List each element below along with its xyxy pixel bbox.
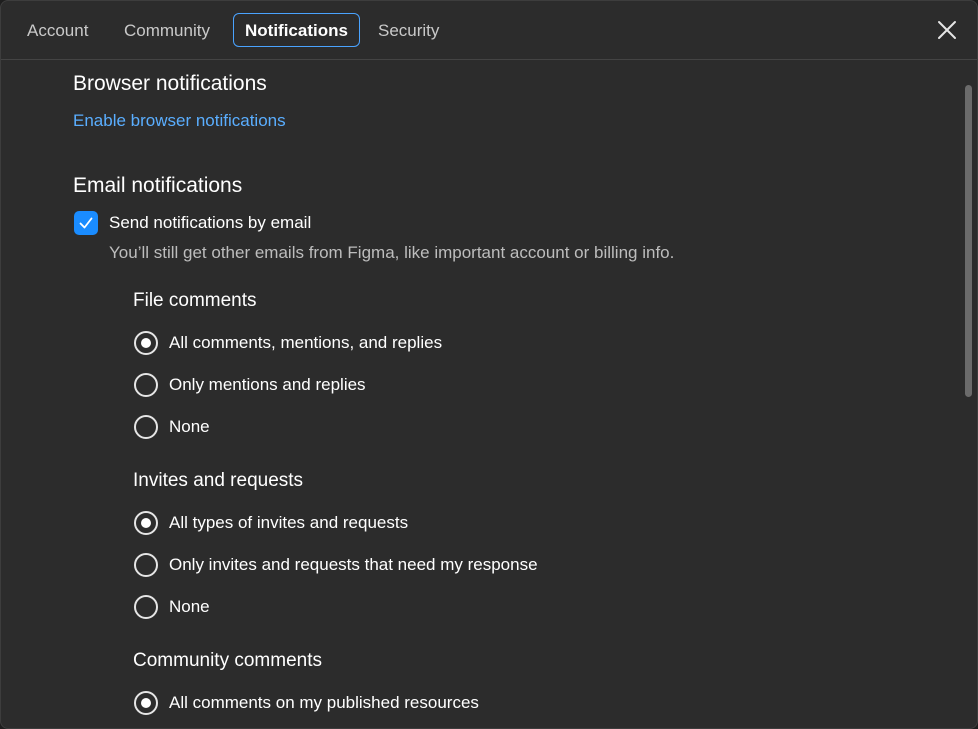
file-comments-heading: File comments	[133, 290, 257, 311]
radio-community-all[interactable]	[134, 691, 158, 715]
close-button[interactable]	[934, 17, 960, 43]
checkmark-icon	[79, 217, 93, 229]
radio-invites-none[interactable]	[134, 595, 158, 619]
radio-invites-all[interactable]	[134, 511, 158, 535]
scrollbar-thumb[interactable]	[965, 85, 972, 397]
browser-notifications-heading: Browser notifications	[73, 72, 267, 95]
send-email-label[interactable]: Send notifications by email	[109, 213, 311, 233]
radio-file-none-label[interactable]: None	[169, 417, 210, 437]
radio-file-mentions[interactable]	[134, 373, 158, 397]
radio-invites-response-label[interactable]: Only invites and requests that need my r…	[169, 555, 538, 575]
close-icon	[938, 21, 956, 39]
tab-community[interactable]: Community	[112, 13, 222, 47]
radio-invites-none-label[interactable]: None	[169, 597, 210, 617]
tab-security[interactable]: Security	[366, 13, 451, 47]
tab-account[interactable]: Account	[15, 13, 100, 47]
send-email-checkbox[interactable]	[74, 211, 98, 235]
settings-dialog: Account Community Notifications Security…	[0, 0, 978, 729]
tab-bar: Account Community Notifications Security	[1, 1, 977, 60]
radio-file-all-label[interactable]: All comments, mentions, and replies	[169, 333, 442, 353]
community-comments-heading: Community comments	[133, 650, 322, 671]
radio-community-all-label[interactable]: All comments on my published resources	[169, 693, 479, 713]
radio-file-mentions-label[interactable]: Only mentions and replies	[169, 375, 366, 395]
radio-file-none[interactable]	[134, 415, 158, 439]
email-hint-text: You’ll still get other emails from Figma…	[109, 243, 675, 262]
radio-file-all[interactable]	[134, 331, 158, 355]
radio-invites-all-label[interactable]: All types of invites and requests	[169, 513, 408, 533]
email-notifications-heading: Email notifications	[73, 174, 243, 197]
tab-notifications[interactable]: Notifications	[233, 13, 360, 47]
invites-heading: Invites and requests	[133, 470, 304, 491]
enable-browser-notifications-link[interactable]: Enable browser notifications	[73, 111, 286, 131]
radio-invites-response[interactable]	[134, 553, 158, 577]
